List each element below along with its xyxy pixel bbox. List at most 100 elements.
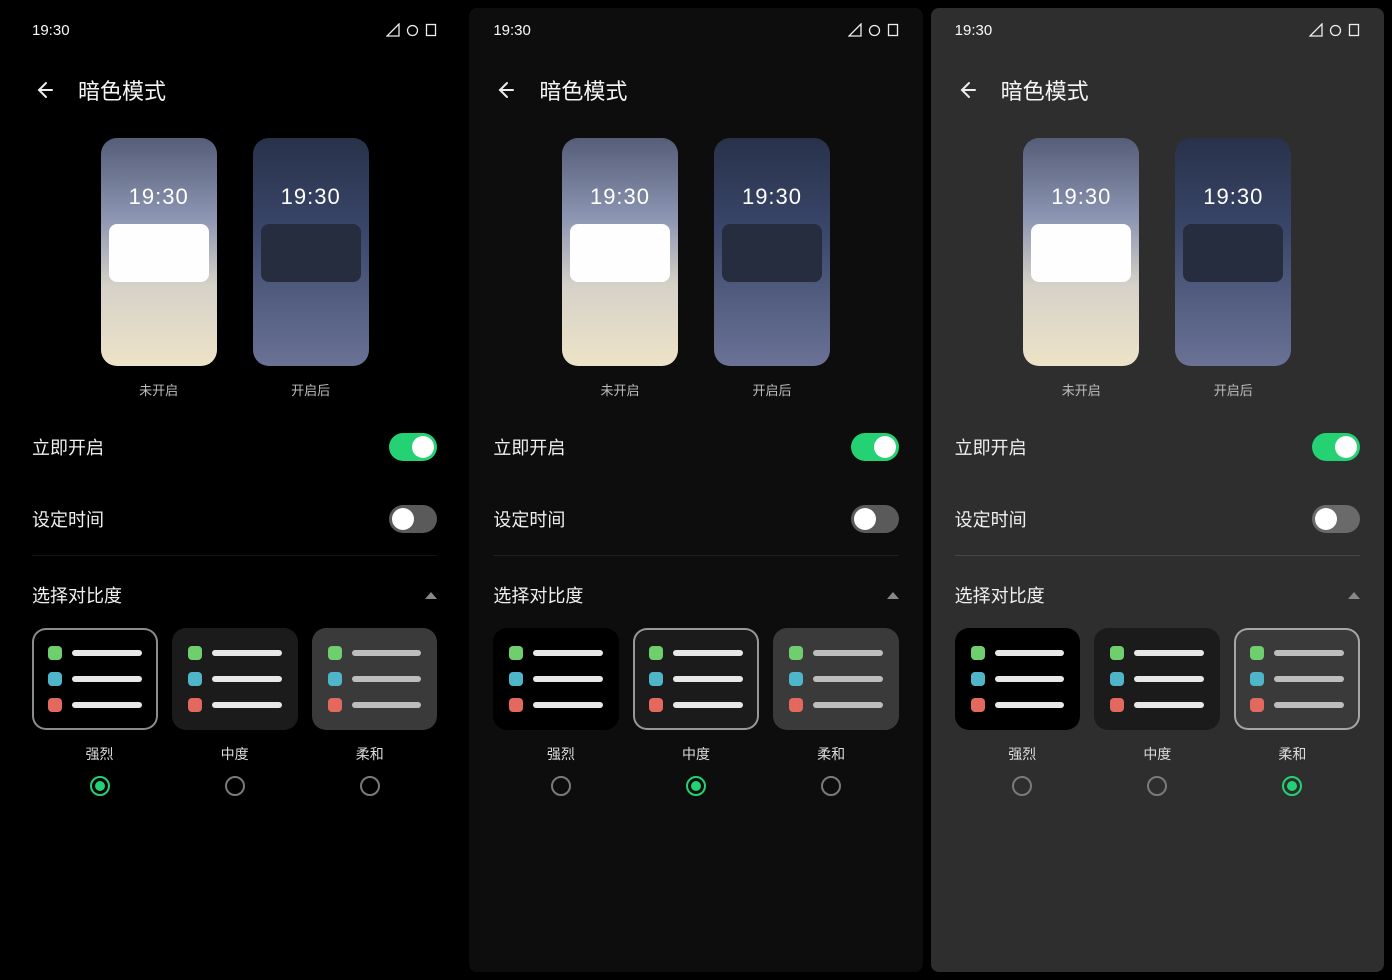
contrast-card-soft[interactable] <box>312 628 438 730</box>
phone-screen-strong: 19:30 暗色模式 19:30 未开启 19:30 开启后 立即开启 设定时间… <box>8 8 461 972</box>
preview-on[interactable]: 19:30 开启后 <box>1175 138 1291 399</box>
battery-icon <box>425 23 437 37</box>
phone-screen-soft: 19:30 暗色模式 19:30 未开启 19:30 开启后 立即开启 设定时间… <box>931 8 1384 972</box>
signal-icon <box>1309 23 1323 37</box>
contrast-card-soft[interactable] <box>1234 628 1360 730</box>
preview-off[interactable]: 19:30 未开启 <box>101 138 217 399</box>
row-enable-now: 立即开启 <box>493 411 898 483</box>
contrast-option-strong[interactable]: 强烈 <box>493 730 628 796</box>
contrast-card-strong[interactable] <box>493 628 619 730</box>
row-enable-now: 立即开启 <box>32 411 437 483</box>
contrast-radio-row: 强烈 中度 柔和 <box>32 730 437 796</box>
status-icons <box>848 23 899 37</box>
enable-now-label: 立即开启 <box>32 434 104 460</box>
schedule-toggle[interactable] <box>851 505 899 533</box>
contrast-option-soft[interactable]: 柔和 <box>1225 730 1360 796</box>
page-title: 暗色模式 <box>539 74 627 106</box>
schedule-label: 设定时间 <box>493 506 565 532</box>
chevron-up-icon <box>887 592 899 599</box>
schedule-label: 设定时间 <box>32 506 104 532</box>
radio-soft[interactable] <box>1282 776 1302 796</box>
contrast-section-label: 选择对比度 <box>955 582 1045 608</box>
battery-icon <box>887 23 899 37</box>
radio-medium[interactable] <box>1147 776 1167 796</box>
signal-icon <box>848 23 862 37</box>
contrast-option-medium[interactable]: 中度 <box>628 730 763 796</box>
preview-row: 19:30 未开启 19:30 开启后 <box>493 118 898 411</box>
schedule-label: 设定时间 <box>955 506 1027 532</box>
page-header: 暗色模式 <box>493 52 898 118</box>
contrast-option-medium[interactable]: 中度 <box>167 730 302 796</box>
status-icons <box>1309 23 1360 37</box>
contrast-card-medium[interactable] <box>633 628 759 730</box>
status-bar: 19:30 <box>955 8 1360 52</box>
radio-medium[interactable] <box>225 776 245 796</box>
status-time: 19:30 <box>32 22 70 39</box>
phone-screen-medium: 19:30 暗色模式 19:30 未开启 19:30 开启后 立即开启 设定时间… <box>469 8 922 972</box>
circle-icon <box>406 24 419 37</box>
preview-off-label: 未开启 <box>1062 380 1101 399</box>
back-icon[interactable] <box>32 78 56 102</box>
contrast-radio-row: 强烈 中度 柔和 <box>493 730 898 796</box>
battery-icon <box>1348 23 1360 37</box>
contrast-radio-row: 强烈 中度 柔和 <box>955 730 1360 796</box>
contrast-section-header[interactable]: 选择对比度 <box>955 556 1360 628</box>
enable-now-toggle[interactable] <box>851 433 899 461</box>
contrast-card-soft[interactable] <box>773 628 899 730</box>
contrast-section-label: 选择对比度 <box>32 582 122 608</box>
radio-soft[interactable] <box>821 776 841 796</box>
page-title: 暗色模式 <box>1001 74 1089 106</box>
back-icon[interactable] <box>493 78 517 102</box>
back-icon[interactable] <box>955 78 979 102</box>
enable-now-toggle[interactable] <box>1312 433 1360 461</box>
preview-off-label: 未开启 <box>139 380 178 399</box>
preview-row: 19:30 未开启 19:30 开启后 <box>32 118 437 411</box>
page-title: 暗色模式 <box>78 74 166 106</box>
radio-soft[interactable] <box>360 776 380 796</box>
enable-now-toggle[interactable] <box>389 433 437 461</box>
row-schedule: 设定时间 <box>493 483 898 555</box>
contrast-option-strong[interactable]: 强烈 <box>32 730 167 796</box>
preview-off-label: 未开启 <box>600 380 639 399</box>
radio-strong[interactable] <box>551 776 571 796</box>
contrast-cards <box>493 628 898 730</box>
contrast-section-label: 选择对比度 <box>493 582 583 608</box>
status-bar: 19:30 <box>493 8 898 52</box>
contrast-card-strong[interactable] <box>32 628 158 730</box>
status-icons <box>386 23 437 37</box>
contrast-section-header[interactable]: 选择对比度 <box>493 556 898 628</box>
contrast-option-soft[interactable]: 柔和 <box>302 730 437 796</box>
enable-now-label: 立即开启 <box>493 434 565 460</box>
contrast-option-strong[interactable]: 强烈 <box>955 730 1090 796</box>
page-header: 暗色模式 <box>32 52 437 118</box>
preview-off[interactable]: 19:30 未开启 <box>562 138 678 399</box>
contrast-card-medium[interactable] <box>172 628 298 730</box>
row-schedule: 设定时间 <box>32 483 437 555</box>
row-enable-now: 立即开启 <box>955 411 1360 483</box>
contrast-cards <box>32 628 437 730</box>
signal-icon <box>386 23 400 37</box>
contrast-cards <box>955 628 1360 730</box>
contrast-card-medium[interactable] <box>1094 628 1220 730</box>
contrast-option-medium[interactable]: 中度 <box>1090 730 1225 796</box>
status-time: 19:30 <box>955 22 993 39</box>
contrast-option-soft[interactable]: 柔和 <box>764 730 899 796</box>
schedule-toggle[interactable] <box>389 505 437 533</box>
radio-strong[interactable] <box>90 776 110 796</box>
preview-on[interactable]: 19:30 开启后 <box>253 138 369 399</box>
preview-on-label: 开启后 <box>752 380 791 399</box>
row-schedule: 设定时间 <box>955 483 1360 555</box>
status-time: 19:30 <box>493 22 531 39</box>
contrast-card-strong[interactable] <box>955 628 1081 730</box>
preview-on-label: 开启后 <box>291 380 330 399</box>
radio-strong[interactable] <box>1012 776 1032 796</box>
preview-off[interactable]: 19:30 未开启 <box>1023 138 1139 399</box>
radio-medium[interactable] <box>686 776 706 796</box>
contrast-section-header[interactable]: 选择对比度 <box>32 556 437 628</box>
circle-icon <box>1329 24 1342 37</box>
preview-on[interactable]: 19:30 开启后 <box>714 138 830 399</box>
preview-on-label: 开启后 <box>1214 380 1253 399</box>
preview-row: 19:30 未开启 19:30 开启后 <box>955 118 1360 411</box>
schedule-toggle[interactable] <box>1312 505 1360 533</box>
status-bar: 19:30 <box>32 8 437 52</box>
